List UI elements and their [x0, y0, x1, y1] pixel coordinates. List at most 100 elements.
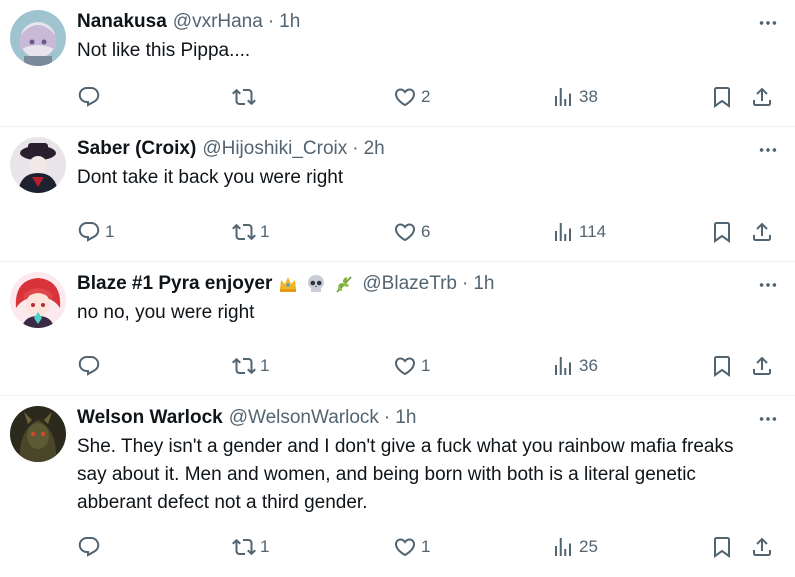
timestamp[interactable]: 2h [364, 138, 385, 160]
heart-icon [393, 354, 417, 378]
retweet-count: 1 [260, 356, 270, 375]
like-count: 1 [421, 356, 431, 375]
more-dots-icon [757, 274, 779, 296]
like-count: 1 [421, 537, 431, 556]
like-button[interactable]: 6 [393, 217, 430, 247]
like-count: 2 [421, 87, 431, 106]
more-options-button[interactable] [755, 137, 781, 163]
tweet[interactable]: Nanakusa @vxrHana · 1h Not like this Pip… [0, 0, 795, 127]
more-options-button[interactable] [755, 10, 781, 36]
share-icon [750, 535, 774, 559]
retweet-count: 1 [260, 537, 270, 556]
avatar[interactable] [10, 137, 66, 193]
red-hair-girl-avatar-icon [10, 272, 66, 328]
tweet-text: Dont take it back you were right [77, 167, 344, 188]
tweet[interactable]: Saber (Croix) @Hijoshiki_Croix · 2h Dont… [0, 127, 795, 262]
tweet[interactable]: Blaze #1 Pyra enjoyer @BlazeTrb · 1h no … [0, 262, 795, 396]
tweet-header: Nanakusa @vxrHana · 1h [77, 9, 735, 35]
reply-button[interactable]: 1 [77, 217, 114, 247]
tweet[interactable]: Welson Warlock @WelsonWarlock · 1h She. … [0, 396, 795, 577]
action-bar: 1 1 25 [77, 532, 777, 562]
reply-icon [77, 354, 101, 378]
reply-button[interactable] [77, 351, 105, 381]
bar-chart-icon [551, 535, 575, 559]
more-dots-icon [757, 139, 779, 161]
more-dots-icon [757, 408, 779, 430]
retweet-icon [232, 535, 256, 559]
more-options-button[interactable] [755, 272, 781, 298]
share-button[interactable] [750, 217, 774, 247]
like-count: 6 [421, 222, 431, 241]
views-button[interactable]: 25 [551, 532, 598, 562]
view-count: 36 [579, 356, 598, 375]
display-name[interactable]: Nanakusa [77, 11, 167, 33]
avatar[interactable] [10, 272, 66, 328]
reply-count: 1 [105, 222, 115, 241]
reply-button[interactable] [77, 532, 105, 562]
like-button[interactable]: 2 [393, 82, 430, 112]
retweet-button[interactable]: 1 [232, 532, 269, 562]
tweet-header: Welson Warlock @WelsonWarlock · 1h [77, 405, 735, 431]
separator: · [267, 11, 275, 32]
bookmark-icon [710, 535, 734, 559]
retweet-button[interactable]: 1 [232, 217, 269, 247]
bookmark-icon [710, 354, 734, 378]
view-count: 114 [579, 222, 607, 241]
views-button[interactable]: 38 [551, 82, 598, 112]
timestamp[interactable]: 1h [473, 273, 494, 295]
separator: · [383, 407, 391, 428]
separator: · [352, 138, 359, 159]
reply-icon [77, 85, 101, 109]
retweet-button[interactable]: 1 [232, 351, 269, 381]
heart-icon [393, 535, 417, 559]
action-bar: 2 38 [77, 82, 777, 112]
avatar[interactable] [10, 406, 66, 462]
reply-icon [77, 220, 101, 244]
share-button[interactable] [750, 532, 774, 562]
timestamp[interactable]: 1h [395, 407, 416, 429]
view-count: 25 [579, 537, 598, 556]
views-button[interactable]: 114 [551, 217, 606, 247]
timestamp[interactable]: 1h [279, 11, 300, 33]
bookmark-button[interactable] [710, 82, 734, 112]
display-name[interactable]: Saber (Croix) [77, 138, 196, 160]
user-handle[interactable]: @WelsonWarlock [229, 407, 379, 429]
user-handle[interactable]: @Hijoshiki_Croix [202, 138, 347, 160]
bookmark-button[interactable] [710, 532, 734, 562]
share-button[interactable] [750, 82, 774, 112]
skull-icon [304, 272, 328, 296]
tweet-header: Blaze #1 Pyra enjoyer @BlazeTrb · 1h [77, 271, 735, 297]
bookmark-button[interactable] [710, 217, 734, 247]
heart-icon [393, 220, 417, 244]
bookmark-icon [710, 220, 734, 244]
avatar[interactable] [10, 10, 66, 66]
share-button[interactable] [750, 351, 774, 381]
like-button[interactable]: 1 [393, 532, 430, 562]
bookmark-button[interactable] [710, 351, 734, 381]
more-options-button[interactable] [755, 406, 781, 432]
anime-girl-avatar-icon [10, 10, 66, 66]
user-handle[interactable]: @BlazeTrb [362, 273, 457, 295]
crown-icon [276, 272, 300, 296]
bar-chart-icon [551, 85, 575, 109]
reply-icon [77, 535, 101, 559]
warlock-avatar-icon [10, 406, 66, 462]
bookmark-icon [710, 85, 734, 109]
display-name[interactable]: Blaze #1 Pyra enjoyer [77, 273, 272, 295]
action-bar: 1 1 6 114 [77, 217, 777, 247]
heart-icon [393, 85, 417, 109]
like-button[interactable]: 1 [393, 351, 430, 381]
views-button[interactable]: 36 [551, 351, 598, 381]
retweet-button[interactable] [232, 82, 260, 112]
tweet-header: Saber (Croix) @Hijoshiki_Croix · 2h [77, 136, 735, 162]
branch-icon [332, 272, 356, 296]
reply-button[interactable] [77, 82, 105, 112]
share-icon [750, 220, 774, 244]
retweet-icon [232, 85, 256, 109]
display-name[interactable]: Welson Warlock [77, 407, 223, 429]
retweet-count: 1 [260, 222, 270, 241]
tweet-text: Not like this Pippa.... [77, 40, 251, 61]
user-handle[interactable]: @vxrHana [173, 11, 263, 33]
tweet-text: no no, you were right [77, 302, 255, 323]
action-bar: 1 1 36 [77, 351, 777, 381]
